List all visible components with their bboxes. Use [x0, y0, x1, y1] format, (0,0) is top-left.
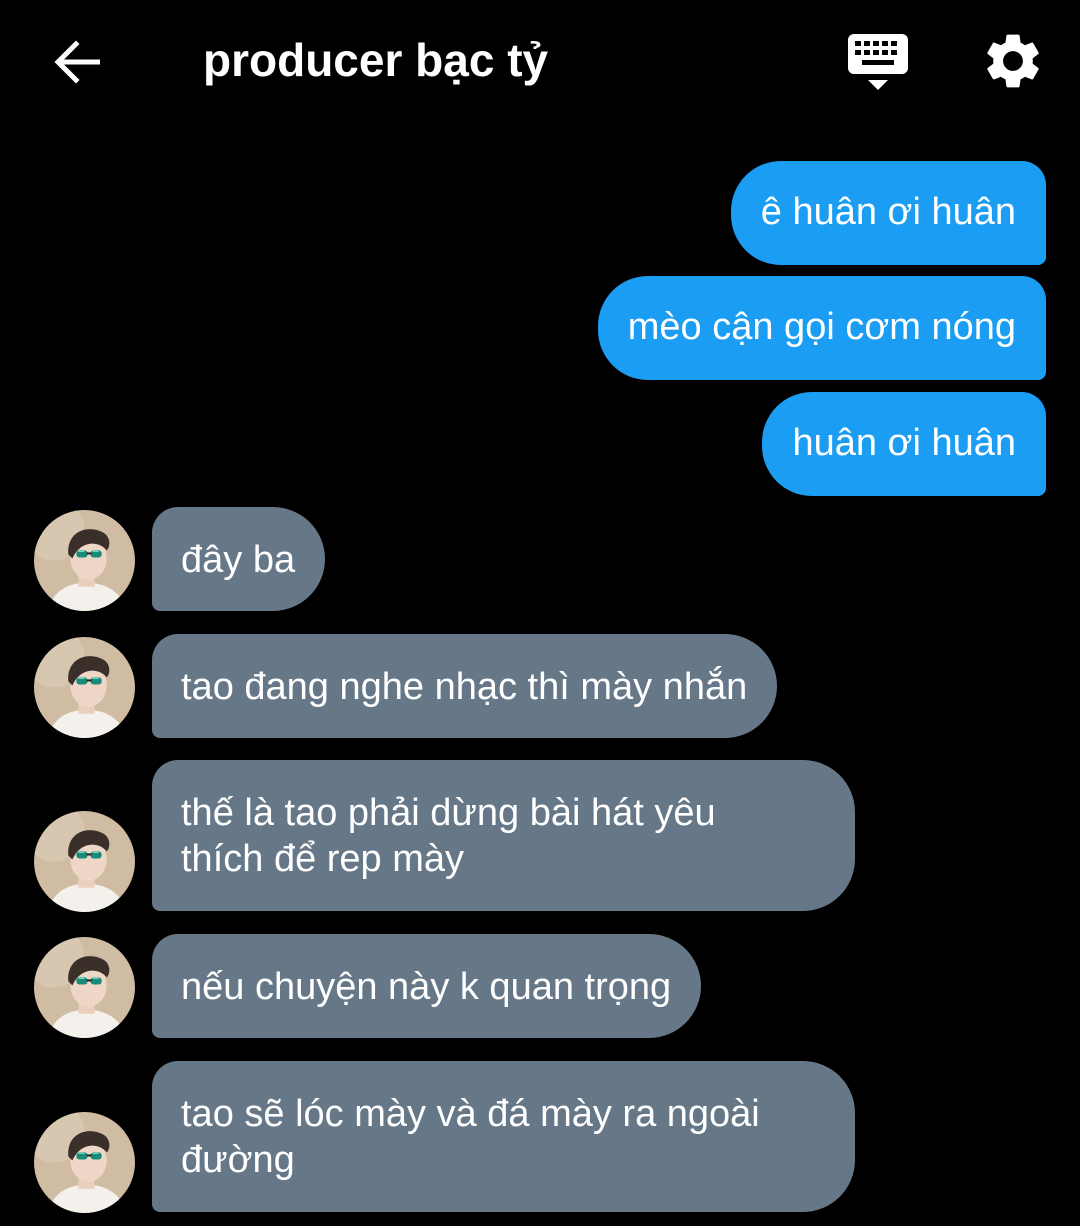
- message-text: tao đang nghe nhạc thì mày nhắn: [181, 666, 748, 708]
- received-message[interactable]: tao sẽ lóc mày và đá mày ra ngoài đường: [152, 1061, 855, 1212]
- avatar[interactable]: [34, 1112, 135, 1213]
- received-message[interactable]: nếu chuyện này k quan trọng: [152, 934, 702, 1038]
- contact-photo: [34, 811, 135, 912]
- sent-message[interactable]: huân ơi huân: [762, 392, 1046, 496]
- contact-photo: [34, 637, 135, 738]
- message-text-line: thích để rep mày: [181, 838, 465, 880]
- message-text: mèo cận gọi cơm nóng: [627, 306, 1016, 348]
- avatar[interactable]: [34, 937, 135, 1038]
- received-message[interactable]: đây ba: [152, 507, 326, 611]
- received-message[interactable]: tao đang nghe nhạc thì mày nhắn: [152, 634, 778, 738]
- avatar[interactable]: [34, 811, 135, 912]
- message-text: đây ba: [181, 539, 296, 581]
- message-text-line: tao sẽ lóc mày và đá mày ra ngoài: [181, 1093, 760, 1135]
- contact-photo: [34, 937, 135, 1038]
- avatar[interactable]: [34, 510, 135, 611]
- avatar[interactable]: [34, 637, 135, 738]
- message-thread: ê huân ơi huân mèo cận gọi cơm nóng huân…: [0, 0, 1080, 1226]
- contact-photo: [34, 1112, 135, 1213]
- sent-message[interactable]: ê huân ơi huân: [730, 161, 1046, 265]
- message-text-line: đường: [181, 1139, 295, 1181]
- sent-message[interactable]: mèo cận gọi cơm nóng: [597, 276, 1046, 380]
- received-message[interactable]: thế là tao phải dừng bài hát yêu thích đ…: [152, 760, 855, 911]
- contact-photo: [34, 510, 135, 611]
- message-text: nếu chuyện này k quan trọng: [181, 966, 672, 1008]
- message-text-line: thế là tao phải dừng bài hát yêu: [181, 792, 716, 834]
- message-text: huân ơi huân: [792, 422, 1016, 464]
- message-text: ê huân ơi huân: [760, 191, 1016, 233]
